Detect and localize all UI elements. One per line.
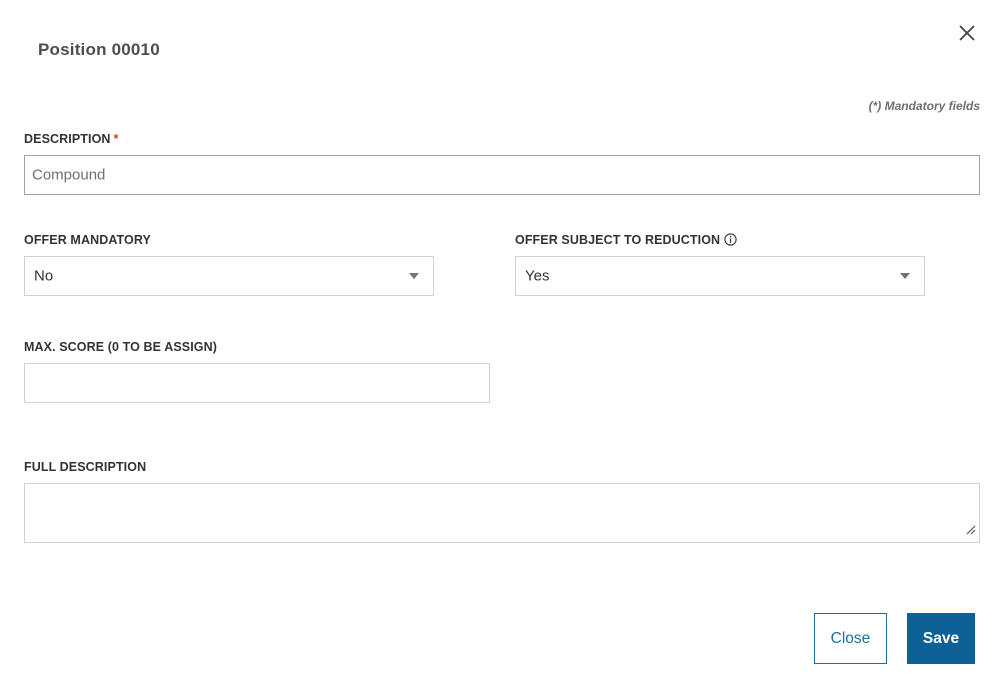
description-label: DESCRIPTION * [24, 132, 119, 146]
close-button[interactable]: Close [814, 613, 887, 664]
offer-reduction-selected-value: Yes [525, 267, 550, 285]
position-dialog: Position 00010 (*) Mandatory fields DESC… [0, 0, 1004, 685]
required-asterisk: * [113, 132, 119, 146]
offer-mandatory-select[interactable]: No [24, 256, 434, 296]
offer-mandatory-selected-value: No [34, 267, 54, 285]
save-button[interactable]: Save [907, 613, 975, 664]
description-input-placeholder: Compound [32, 166, 106, 184]
max-score-input[interactable] [24, 363, 490, 403]
full-description-textarea[interactable] [24, 483, 980, 543]
close-x-icon[interactable] [956, 22, 978, 44]
info-circle-icon[interactable] [724, 233, 737, 249]
offer-mandatory-label: OFFER MANDATORY [24, 233, 151, 247]
description-label-text: DESCRIPTION [24, 132, 111, 146]
full-description-label: FULL DESCRIPTION [24, 460, 147, 474]
chevron-down-icon [900, 273, 910, 279]
dialog-title: Position 00010 [38, 40, 160, 59]
offer-reduction-select[interactable]: Yes [515, 256, 925, 296]
mandatory-fields-note: (*) Mandatory fields [868, 99, 980, 113]
chevron-down-icon [409, 273, 419, 279]
offer-reduction-label: OFFER SUBJECT TO REDUCTION [515, 233, 737, 249]
offer-reduction-label-text: OFFER SUBJECT TO REDUCTION [515, 233, 721, 247]
max-score-label: MAX. SCORE (0 TO BE ASSIGN) [24, 340, 218, 354]
resize-grip-icon[interactable] [964, 522, 976, 539]
description-input[interactable]: Compound [24, 155, 980, 195]
